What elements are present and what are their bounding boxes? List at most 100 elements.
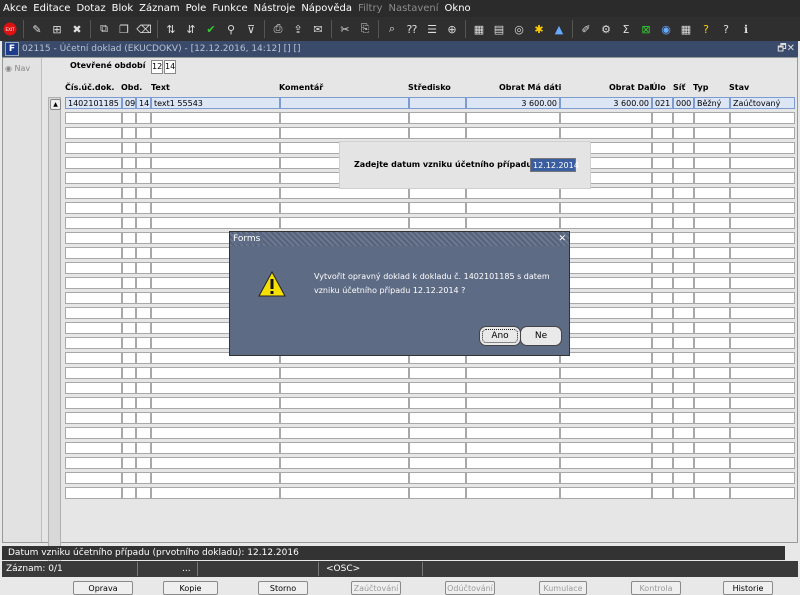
cell-debit[interactable] <box>466 127 560 139</box>
cell-credit[interactable] <box>560 202 652 214</box>
cell-typ[interactable] <box>694 157 730 169</box>
cell-stav[interactable] <box>730 217 795 229</box>
table-row[interactable] <box>65 487 795 500</box>
cell-obd1[interactable] <box>122 127 136 139</box>
cell-obd2[interactable] <box>136 187 151 199</box>
cell-ulo[interactable] <box>652 157 673 169</box>
edit-icon[interactable]: ✐ <box>578 21 594 37</box>
cell-typ[interactable] <box>694 202 730 214</box>
cell-credit[interactable] <box>560 352 652 364</box>
cell-ulo[interactable] <box>652 442 673 454</box>
cell-center[interactable] <box>409 112 466 124</box>
cell-ulo[interactable] <box>652 262 673 274</box>
cell-center[interactable] <box>409 427 466 439</box>
cell-text[interactable]: text1 55543 <box>151 97 280 109</box>
menu-item-4[interactable]: Záznam <box>136 3 182 14</box>
cell-comment[interactable] <box>280 442 409 454</box>
cell-debit[interactable] <box>466 367 560 379</box>
cell-debit[interactable] <box>466 487 560 499</box>
cell-comment[interactable] <box>280 127 409 139</box>
cell-ulo[interactable]: 021 <box>652 97 673 109</box>
cell-ulo[interactable] <box>652 307 673 319</box>
cell-doc[interactable] <box>65 262 122 274</box>
cell-obd1[interactable] <box>122 382 136 394</box>
cell-credit[interactable] <box>560 247 652 259</box>
insert-record-icon[interactable]: ⊞ <box>49 21 65 37</box>
cell-stav[interactable] <box>730 442 795 454</box>
new-record-icon[interactable]: ✎ <box>29 21 45 37</box>
menu-item-11[interactable]: Okno <box>442 3 474 14</box>
excel-icon[interactable]: ⊠ <box>638 21 654 37</box>
cell-doc[interactable] <box>65 112 122 124</box>
exit-icon[interactable]: EXIT <box>2 21 18 37</box>
calc-icon[interactable]: ⊕ <box>444 21 460 37</box>
cell-credit[interactable] <box>560 382 652 394</box>
cell-sit[interactable] <box>673 442 694 454</box>
cell-obd1[interactable] <box>122 292 136 304</box>
oductovani-button[interactable]: Odúčtování <box>445 581 495 595</box>
cell-credit[interactable] <box>560 427 652 439</box>
cell-obd1[interactable] <box>122 247 136 259</box>
cell-stav[interactable] <box>730 307 795 319</box>
menu-item-3[interactable]: Blok <box>109 3 137 14</box>
cell-credit[interactable] <box>560 367 652 379</box>
cell-debit[interactable] <box>466 412 560 424</box>
cell-ulo[interactable] <box>652 217 673 229</box>
cell-obd1[interactable] <box>122 262 136 274</box>
cell-comment[interactable] <box>280 97 409 109</box>
menu-item-9[interactable]: Filtry <box>355 3 386 14</box>
cell-obd1[interactable] <box>122 412 136 424</box>
cell-typ[interactable] <box>694 307 730 319</box>
cell-ulo[interactable] <box>652 232 673 244</box>
cell-doc[interactable] <box>65 442 122 454</box>
cell-sit[interactable] <box>673 247 694 259</box>
dialog-close-icon[interactable]: ✕ <box>558 232 566 246</box>
info-globe-icon[interactable]: ◉ <box>658 21 674 37</box>
cell-typ[interactable] <box>694 412 730 424</box>
cell-ulo[interactable] <box>652 172 673 184</box>
cell-credit[interactable] <box>560 232 652 244</box>
cell-comment[interactable] <box>280 202 409 214</box>
oprava-button[interactable]: Oprava <box>73 581 133 595</box>
cell-doc[interactable] <box>65 232 122 244</box>
cell-stav[interactable] <box>730 457 795 469</box>
cell-text[interactable] <box>151 142 280 154</box>
table-row[interactable] <box>65 397 795 410</box>
cell-sit[interactable] <box>673 352 694 364</box>
cell-typ[interactable] <box>694 277 730 289</box>
menu-item-5[interactable]: Pole <box>183 3 210 14</box>
cell-stav[interactable] <box>730 262 795 274</box>
cell-credit[interactable] <box>560 307 652 319</box>
cell-typ[interactable]: Běžný <box>694 97 730 109</box>
table-row[interactable] <box>65 457 795 470</box>
cell-obd1[interactable] <box>122 367 136 379</box>
cell-obd2[interactable] <box>136 367 151 379</box>
cell-obd1[interactable] <box>122 397 136 409</box>
cell-center[interactable] <box>409 487 466 499</box>
zauctovani-button[interactable]: Zaúčtování <box>351 581 401 595</box>
cell-text[interactable] <box>151 217 280 229</box>
table-row[interactable] <box>65 112 795 125</box>
cell-sit[interactable] <box>673 487 694 499</box>
cell-obd1[interactable] <box>122 487 136 499</box>
commit-icon[interactable]: ✔ <box>203 21 219 37</box>
cell-typ[interactable] <box>694 472 730 484</box>
cell-typ[interactable] <box>694 337 730 349</box>
document-icon[interactable]: ▤ <box>491 21 507 37</box>
cell-obd1[interactable]: 09 <box>122 97 136 109</box>
cell-credit[interactable] <box>560 472 652 484</box>
menu-item-0[interactable]: Akce <box>0 3 30 14</box>
clear-icon[interactable]: ⌫ <box>136 21 152 37</box>
sum-icon[interactable]: Σ <box>618 21 634 37</box>
cell-doc[interactable] <box>65 352 122 364</box>
cell-sit[interactable] <box>673 472 694 484</box>
cell-doc[interactable] <box>65 382 122 394</box>
cell-obd2[interactable] <box>136 247 151 259</box>
cell-doc[interactable]: 1402101185 <box>65 97 122 109</box>
cell-text[interactable] <box>151 442 280 454</box>
settings-icon[interactable]: ⚙ <box>598 21 614 37</box>
cell-obd2[interactable] <box>136 397 151 409</box>
star-icon[interactable]: ✱ <box>531 21 547 37</box>
cell-ulo[interactable] <box>652 412 673 424</box>
cell-typ[interactable] <box>694 262 730 274</box>
